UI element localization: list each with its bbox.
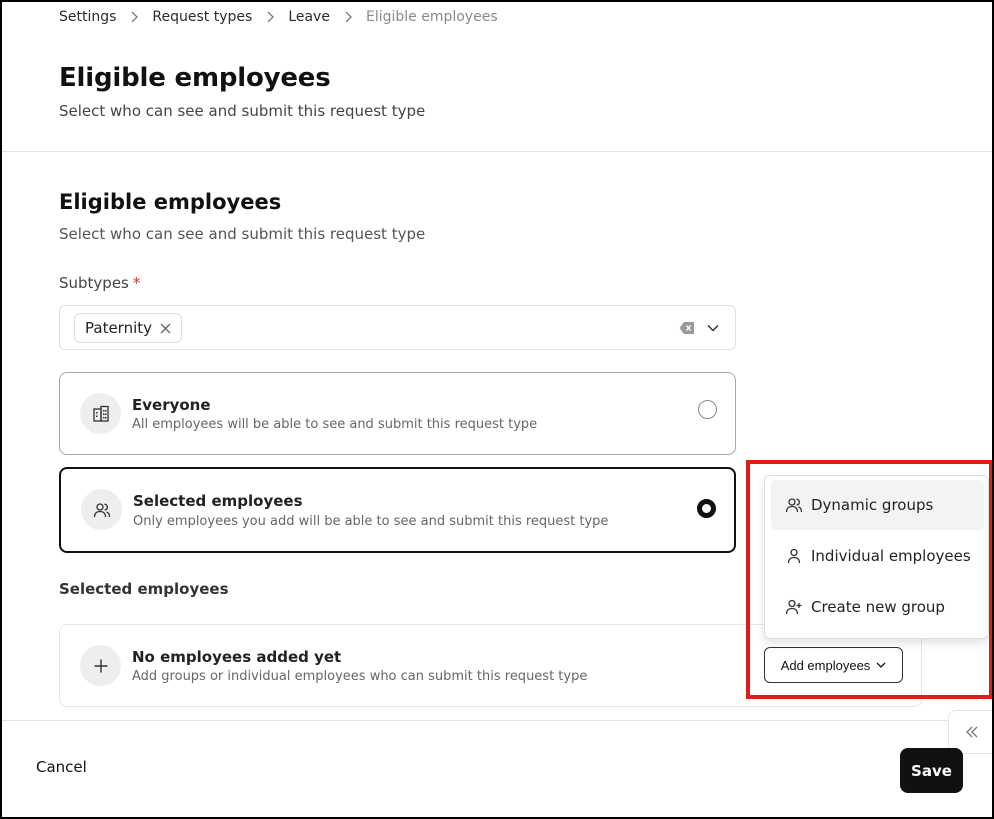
users-icon <box>785 498 803 513</box>
empty-state-description: Add groups or individual employees who c… <box>132 669 588 684</box>
menu-item-label: Dynamic groups <box>811 496 934 514</box>
menu-item-individual-employees[interactable]: Individual employees <box>771 531 984 581</box>
breadcrumb-leave[interactable]: Leave <box>288 9 330 25</box>
chevron-right-icon <box>330 11 366 23</box>
option-everyone-title: Everyone <box>132 396 211 414</box>
double-chevron-left-icon <box>965 726 977 738</box>
user-icon <box>787 548 801 564</box>
breadcrumb-request-types[interactable]: Request types <box>152 9 252 25</box>
option-selected-employees[interactable]: Selected employees Only employees you ad… <box>59 467 736 553</box>
breadcrumb: Settings Request types Leave Eligible em… <box>59 9 498 25</box>
page-title: Eligible employees <box>59 63 331 93</box>
option-everyone-description: All employees will be able to see and su… <box>132 417 538 432</box>
breadcrumb-current: Eligible employees <box>365 9 498 25</box>
empty-state-title: No employees added yet <box>132 648 342 666</box>
chevron-down-icon[interactable] <box>707 322 719 334</box>
subtype-chip: Paternity <box>74 313 183 343</box>
footer-divider <box>2 720 992 721</box>
required-mark: * <box>132 274 141 292</box>
page-subtitle: Select who can see and submit this reque… <box>59 102 426 120</box>
chevron-right-icon <box>116 11 152 23</box>
subtype-chip-label: Paternity <box>85 319 153 337</box>
chevron-right-icon <box>252 11 288 23</box>
plus-icon <box>80 645 121 686</box>
option-selected-description: Only employees you add will be able to s… <box>133 514 609 529</box>
menu-item-create-new-group[interactable]: Create new group <box>771 582 984 632</box>
subtypes-label-text: Subtypes <box>59 274 129 292</box>
selected-employees-label: Selected employees <box>59 580 229 598</box>
header-divider <box>2 151 992 152</box>
subtypes-select[interactable]: Paternity <box>59 305 736 350</box>
add-employees-button[interactable]: Add employees <box>764 647 903 683</box>
menu-item-dynamic-groups[interactable]: Dynamic groups <box>771 480 984 530</box>
chevron-down-icon <box>876 662 886 668</box>
breadcrumb-settings[interactable]: Settings <box>59 9 116 25</box>
building-icon <box>80 393 121 434</box>
close-icon[interactable] <box>160 323 171 334</box>
section-title: Eligible employees <box>59 190 282 214</box>
option-everyone[interactable]: Everyone All employees will be able to s… <box>59 372 736 455</box>
radio-everyone[interactable] <box>698 400 717 419</box>
section-subtitle: Select who can see and submit this reque… <box>59 225 426 243</box>
clear-all-icon[interactable] <box>679 321 695 335</box>
subtypes-label: Subtypes * <box>59 274 140 292</box>
menu-item-label: Individual employees <box>811 547 971 565</box>
users-icon <box>81 489 122 530</box>
add-employees-label: Add employees <box>780 657 871 673</box>
cancel-button[interactable]: Cancel <box>36 758 87 776</box>
menu-item-label: Create new group <box>811 598 945 616</box>
user-plus-icon <box>785 599 802 615</box>
radio-selected-employees[interactable] <box>697 499 716 518</box>
option-selected-title: Selected employees <box>133 492 303 510</box>
save-button[interactable]: Save <box>900 748 963 793</box>
add-employees-menu: Dynamic groups Individual employees Crea… <box>764 475 989 639</box>
